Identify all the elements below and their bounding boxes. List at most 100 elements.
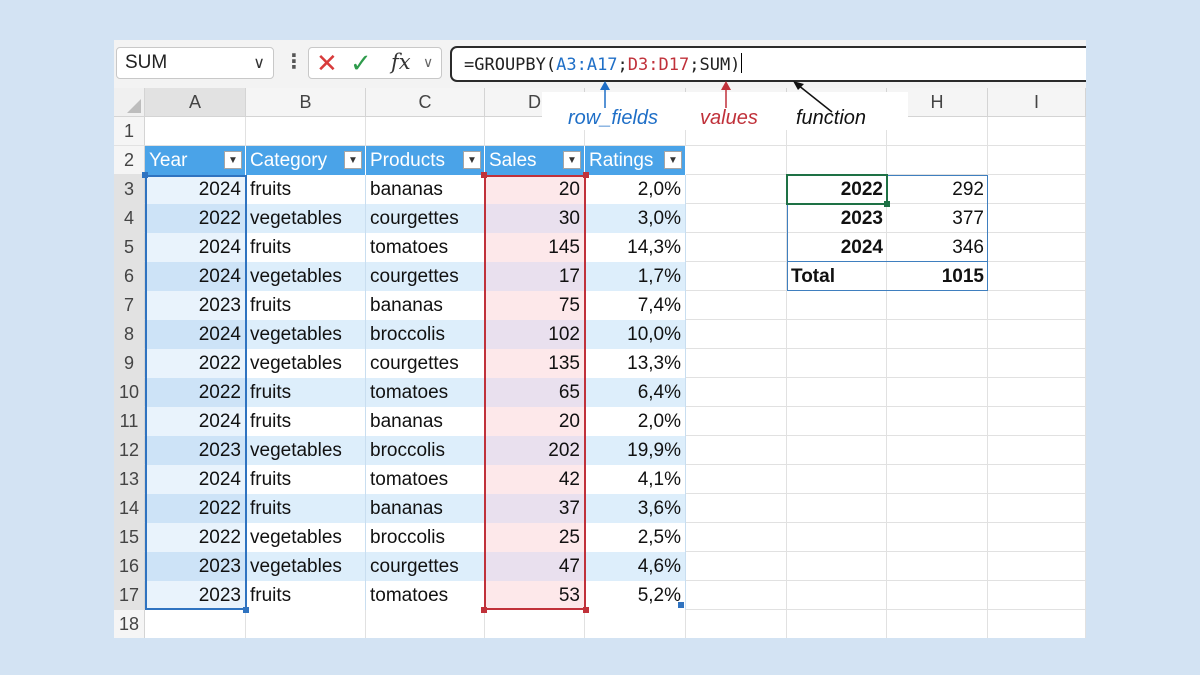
table-cell[interactable]: 25 — [485, 523, 585, 552]
table-header-products[interactable]: Products ▼ — [366, 146, 485, 175]
table-cell[interactable]: 2024 — [145, 175, 246, 204]
table-cell[interactable]: 145 — [485, 233, 585, 262]
column-header-a[interactable]: A — [145, 88, 246, 117]
filter-dropdown-icon[interactable]: ▼ — [344, 151, 362, 169]
table-cell[interactable]: 65 — [485, 378, 585, 407]
table-cell[interactable]: fruits — [246, 581, 366, 610]
result-value-cell[interactable]: 292 — [887, 175, 988, 204]
table-cell[interactable]: fruits — [246, 494, 366, 523]
row-header-1[interactable]: 1 — [114, 117, 145, 146]
table-cell[interactable]: 202 — [485, 436, 585, 465]
table-cell[interactable]: 3,6% — [585, 494, 686, 523]
table-cell[interactable]: 102 — [485, 320, 585, 349]
table-header-year[interactable]: Year ▼ — [145, 146, 246, 175]
table-cell[interactable]: tomatoes — [366, 465, 485, 494]
table-cell[interactable]: vegetables — [246, 349, 366, 378]
table-cell[interactable]: 13,3% — [585, 349, 686, 378]
table-cell[interactable]: 2022 — [145, 349, 246, 378]
check-icon[interactable]: ✓ — [350, 50, 372, 76]
table-cell[interactable]: courgettes — [366, 204, 485, 233]
table-cell[interactable]: vegetables — [246, 262, 366, 291]
table-cell[interactable]: 7,4% — [585, 291, 686, 320]
formula-input[interactable]: =GROUPBY(A3:A17;D3:D17;SUM) — [450, 46, 1086, 82]
resize-handle[interactable] — [583, 607, 589, 613]
table-cell[interactable]: 2022 — [145, 378, 246, 407]
filter-dropdown-icon[interactable]: ▼ — [664, 151, 682, 169]
table-cell[interactable]: 2,5% — [585, 523, 686, 552]
table-cell[interactable]: bananas — [366, 291, 485, 320]
table-cell[interactable]: courgettes — [366, 262, 485, 291]
table-cell[interactable]: bananas — [366, 494, 485, 523]
worksheet-grid[interactable]: ABCDEFGHI123456789101112131415161718row_… — [114, 81, 1086, 638]
table-cell[interactable]: 2022 — [145, 204, 246, 233]
table-cell[interactable]: 2024 — [145, 233, 246, 262]
result-value-cell[interactable]: 377 — [887, 204, 988, 233]
table-cell[interactable]: 2022 — [145, 494, 246, 523]
table-cell[interactable]: 4,1% — [585, 465, 686, 494]
table-cell[interactable]: 2024 — [145, 320, 246, 349]
table-cell[interactable]: 14,3% — [585, 233, 686, 262]
result-total-label[interactable]: Total — [787, 262, 887, 291]
table-cell[interactable]: fruits — [246, 291, 366, 320]
table-cell[interactable]: fruits — [246, 407, 366, 436]
table-cell[interactable]: vegetables — [246, 552, 366, 581]
table-cell[interactable]: 10,0% — [585, 320, 686, 349]
table-cell[interactable]: tomatoes — [366, 581, 485, 610]
chevron-down-icon[interactable]: ∨ — [423, 54, 433, 71]
result-year-cell[interactable]: 2022 — [787, 175, 887, 204]
table-cell[interactable]: 3,0% — [585, 204, 686, 233]
row-header-16[interactable]: 16 — [114, 552, 145, 581]
table-cell[interactable]: 20 — [485, 175, 585, 204]
table-cell[interactable]: 42 — [485, 465, 585, 494]
table-cell[interactable]: 2024 — [145, 407, 246, 436]
result-year-cell[interactable]: 2023 — [787, 204, 887, 233]
resize-handle[interactable] — [481, 607, 487, 613]
row-header-14[interactable]: 14 — [114, 494, 145, 523]
table-cell[interactable]: 19,9% — [585, 436, 686, 465]
row-header-15[interactable]: 15 — [114, 523, 145, 552]
table-cell[interactable]: tomatoes — [366, 378, 485, 407]
table-cell[interactable]: 20 — [485, 407, 585, 436]
row-header-10[interactable]: 10 — [114, 378, 145, 407]
table-cell[interactable]: fruits — [246, 233, 366, 262]
row-header-13[interactable]: 13 — [114, 465, 145, 494]
table-cell[interactable]: 2023 — [145, 291, 246, 320]
fill-handle[interactable] — [884, 201, 890, 207]
result-total-value[interactable]: 1015 — [887, 262, 988, 291]
table-cell[interactable]: 2022 — [145, 523, 246, 552]
table-cell[interactable]: 1,7% — [585, 262, 686, 291]
table-cell[interactable]: 5,2% — [585, 581, 686, 610]
table-cell[interactable]: bananas — [366, 407, 485, 436]
row-header-5[interactable]: 5 — [114, 233, 145, 262]
table-cell[interactable]: 6,4% — [585, 378, 686, 407]
row-header-4[interactable]: 4 — [114, 204, 145, 233]
table-cell[interactable]: 2,0% — [585, 175, 686, 204]
table-cell[interactable]: broccolis — [366, 523, 485, 552]
row-header-2[interactable]: 2 — [114, 146, 145, 175]
table-cell[interactable]: broccolis — [366, 320, 485, 349]
table-cell[interactable]: courgettes — [366, 552, 485, 581]
select-all-corner[interactable] — [114, 88, 145, 117]
resize-handle[interactable] — [243, 607, 249, 613]
resize-handle[interactable] — [583, 172, 589, 178]
table-cell[interactable]: fruits — [246, 378, 366, 407]
table-cell[interactable]: vegetables — [246, 436, 366, 465]
filter-dropdown-icon[interactable]: ▼ — [463, 151, 481, 169]
table-cell[interactable]: 2023 — [145, 552, 246, 581]
resize-handle[interactable] — [481, 172, 487, 178]
table-cell[interactable]: vegetables — [246, 204, 366, 233]
chevron-down-icon[interactable]: ∨ — [253, 53, 265, 73]
row-header-18[interactable]: 18 — [114, 610, 145, 638]
table-cell[interactable]: 2024 — [145, 262, 246, 291]
column-header-b[interactable]: B — [246, 88, 366, 117]
table-cell[interactable]: 30 — [485, 204, 585, 233]
row-header-9[interactable]: 9 — [114, 349, 145, 378]
name-box[interactable]: SUM ∨ — [116, 47, 274, 79]
filter-dropdown-icon[interactable]: ▼ — [224, 151, 242, 169]
cancel-icon[interactable]: ✕ — [316, 50, 338, 76]
table-cell[interactable]: 2024 — [145, 465, 246, 494]
table-cell[interactable]: fruits — [246, 175, 366, 204]
row-header-6[interactable]: 6 — [114, 262, 145, 291]
table-cell[interactable]: 53 — [485, 581, 585, 610]
table-cell[interactable]: 75 — [485, 291, 585, 320]
